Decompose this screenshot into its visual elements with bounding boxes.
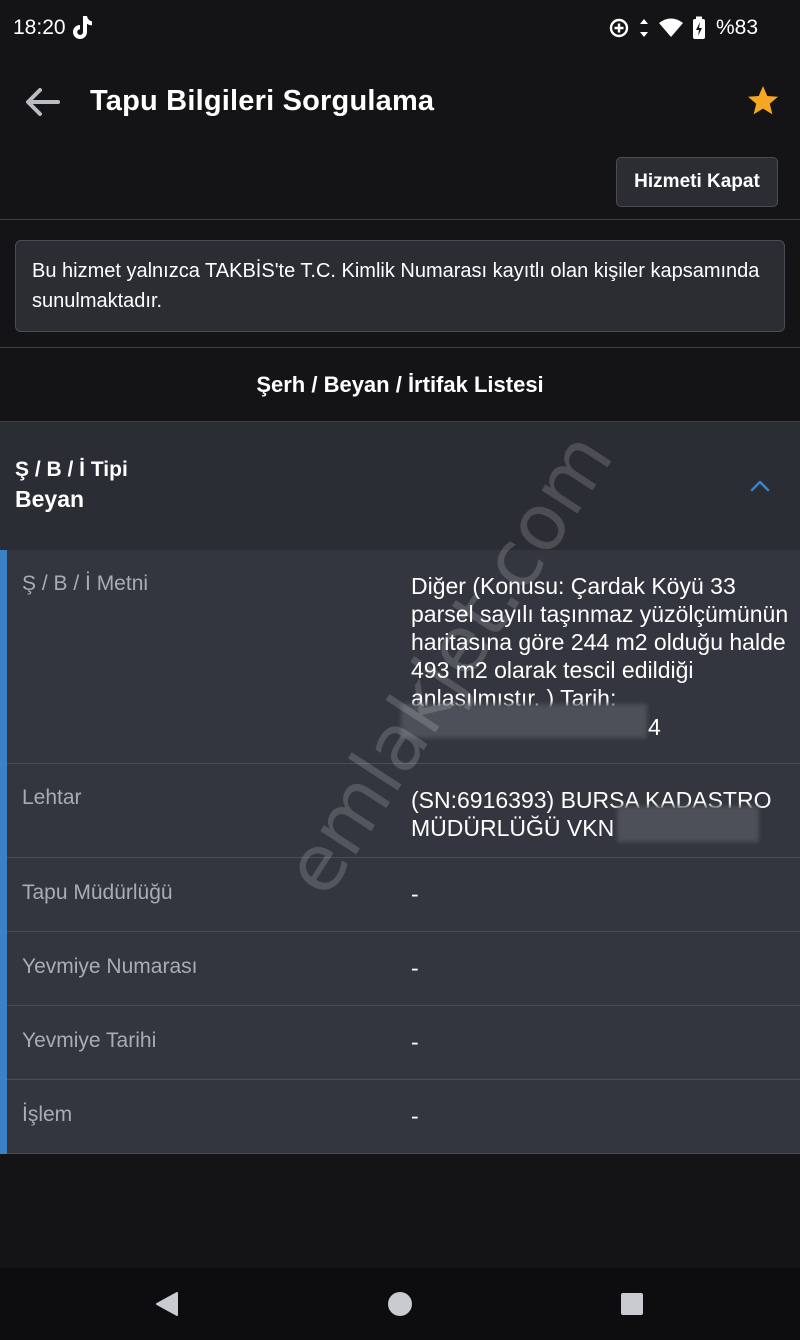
- accordion-value: Beyan: [15, 486, 85, 512]
- row-value: -: [411, 881, 419, 907]
- info-message: Bu hizmet yalnızca TAKBİS'te T.C. Kimlik…: [15, 240, 785, 332]
- divider: [0, 219, 800, 220]
- wifi-icon: [659, 18, 683, 37]
- row-value: -: [411, 955, 419, 981]
- accordion-header[interactable]: Ş / B / İ Tipi Beyan: [0, 422, 800, 550]
- back-triangle-icon[interactable]: [154, 1290, 180, 1318]
- accordion-label: Ş / B / İ Tipi: [15, 458, 128, 481]
- star-icon[interactable]: [746, 84, 780, 118]
- row-value: Diğer (Konusu: Çardak Köyü 33 parsel say…: [411, 573, 789, 711]
- recents-square-icon[interactable]: [620, 1290, 644, 1316]
- battery-charging-icon: [693, 16, 705, 39]
- row-label: Ş / B / İ Metni: [22, 572, 149, 595]
- back-arrow-icon[interactable]: [22, 84, 62, 120]
- table-row: Yevmiye Tarihi -: [7, 1006, 800, 1080]
- detail-table: Ş / B / İ Metni Diğer (Konusu: Çardak Kö…: [0, 550, 800, 1154]
- status-time: 18:20: [13, 16, 66, 39]
- table-row: Ş / B / İ Metni Diğer (Konusu: Çardak Kö…: [7, 550, 800, 764]
- row-value: -: [411, 1103, 419, 1129]
- row-label: Lehtar: [22, 786, 82, 809]
- table-row: Tapu Müdürlüğü -: [7, 858, 800, 932]
- screen: 18:20 %83 Tapu Bilgileri Sorgulama Hizme…: [0, 0, 800, 1340]
- battery-percent: %83: [716, 16, 759, 39]
- table-row: Lehtar (SN:6916393) BURSA KADASTRO MÜDÜR…: [7, 764, 800, 858]
- redacted-date: [401, 704, 647, 738]
- row-label: Tapu Müdürlüğü: [22, 881, 173, 904]
- chevron-up-icon[interactable]: [748, 475, 772, 495]
- table-row: İşlem -: [7, 1080, 800, 1154]
- row-label: Yevmiye Tarihi: [22, 1029, 157, 1052]
- row-label: Yevmiye Numarası: [22, 955, 198, 978]
- redacted-vkn: [617, 806, 759, 842]
- row-value: -: [411, 1029, 419, 1055]
- app-bar: Tapu Bilgileri Sorgulama: [0, 56, 800, 148]
- close-service-button[interactable]: Hizmeti Kapat: [616, 157, 778, 207]
- system-nav-bar: [0, 1268, 800, 1340]
- tiktok-icon: [73, 16, 92, 39]
- data-saver-icon: [609, 18, 629, 38]
- home-circle-icon[interactable]: [386, 1290, 414, 1318]
- page-title: Tapu Bilgileri Sorgulama: [90, 85, 435, 117]
- table-row: Yevmiye Numarası -: [7, 932, 800, 1006]
- row-label: İşlem: [22, 1103, 73, 1126]
- status-bar: 18:20 %83: [0, 0, 800, 56]
- system-icons: [608, 16, 706, 40]
- data-arrows-icon: [640, 19, 648, 37]
- row-value-tail: 4: [648, 714, 661, 740]
- section-title: Şerh / Beyan / İrtifak Listesi: [0, 347, 800, 422]
